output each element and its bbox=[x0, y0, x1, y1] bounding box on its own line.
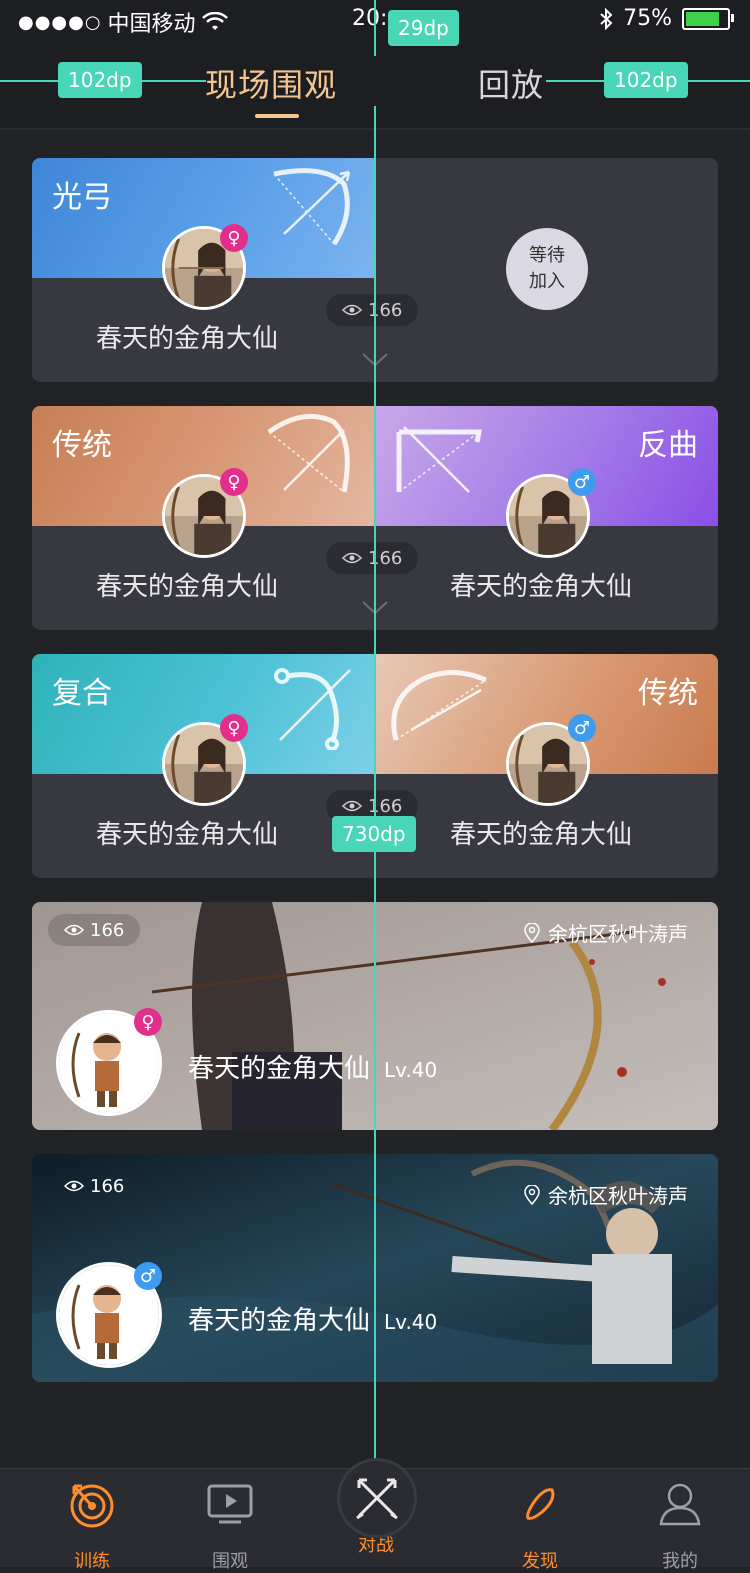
battery-icon bbox=[682, 7, 734, 30]
nav-label: 发现 bbox=[522, 1551, 558, 1572]
measure-line-right-margin bbox=[688, 80, 750, 82]
player-level: Lv.40 bbox=[384, 1310, 438, 1334]
view-count: 166 bbox=[48, 914, 141, 946]
tab-replay[interactable]: 回放 bbox=[478, 60, 544, 106]
status-left: ●●●●○ 中国移动 bbox=[18, 6, 228, 38]
location-pin-icon bbox=[524, 1184, 540, 1205]
player-name: 春天的金角大仙 bbox=[450, 572, 633, 602]
nav-item-watch[interactable]: 围观 bbox=[170, 1479, 290, 1573]
view-count: 166 bbox=[48, 1170, 140, 1202]
crossed-arrows-icon bbox=[356, 1478, 398, 1520]
eye-icon bbox=[342, 800, 362, 812]
measure-line-top bbox=[374, 0, 376, 56]
eye-icon bbox=[342, 552, 362, 564]
category-label: 复合 bbox=[52, 676, 112, 711]
view-count: 166 bbox=[326, 294, 419, 326]
female-icon: ♀ bbox=[220, 714, 248, 742]
player-name: 春天的金角大仙 bbox=[188, 1054, 371, 1084]
nav-label: 训练 bbox=[74, 1551, 110, 1572]
category-label: 光弓 bbox=[52, 180, 112, 215]
female-icon: ♀ bbox=[220, 224, 248, 252]
player-level: Lv.40 bbox=[384, 1058, 438, 1082]
nav-item-mine[interactable]: 我的 bbox=[620, 1479, 740, 1573]
profile-icon bbox=[659, 1483, 701, 1526]
view-count-value: 166 bbox=[90, 919, 125, 941]
view-count: 166 bbox=[326, 542, 419, 574]
female-icon: ♀ bbox=[220, 468, 248, 496]
measure-label-top: 29dp bbox=[388, 10, 459, 46]
female-icon: ♀ bbox=[134, 1008, 162, 1036]
location-pin-icon bbox=[524, 922, 540, 943]
bow-icon bbox=[273, 168, 351, 246]
measure-label-right: 102dp bbox=[604, 62, 688, 98]
measure-label-left: 102dp bbox=[58, 62, 142, 98]
location: 余杭区秋叶涛声 bbox=[524, 1180, 688, 1209]
active-tab-indicator bbox=[255, 114, 299, 118]
tab-live[interactable]: 现场围观 bbox=[205, 60, 338, 118]
player-name: 春天的金角大仙 bbox=[188, 1306, 371, 1336]
player-name-row: 春天的金角大仙 Lv.40 bbox=[188, 1048, 437, 1085]
category-label: 反曲 bbox=[638, 428, 698, 463]
male-icon: ♂ bbox=[134, 1262, 162, 1290]
status-time: 20: bbox=[352, 6, 388, 31]
measure-line-vertical bbox=[374, 106, 376, 1468]
play-icon bbox=[207, 1484, 253, 1524]
waiting-join-button[interactable]: 等待 加入 bbox=[506, 228, 588, 310]
nav-item-discover[interactable]: 发现 bbox=[480, 1479, 600, 1573]
waiting-line2: 加入 bbox=[529, 271, 565, 292]
signal-dots: ●●●●○ bbox=[18, 11, 102, 33]
location: 余杭区秋叶涛声 bbox=[524, 918, 688, 947]
tab-replay-label: 回放 bbox=[478, 66, 545, 104]
player-name-row: 春天的金角大仙 Lv.40 bbox=[188, 1300, 437, 1337]
player-name: 春天的金角大仙 bbox=[96, 820, 279, 850]
bluetooth-icon bbox=[600, 7, 613, 30]
measure-line-right-margin bbox=[546, 80, 606, 82]
player-name: 春天的金角大仙 bbox=[96, 324, 279, 354]
nav-label: 围观 bbox=[212, 1551, 248, 1572]
measure-line-left-margin bbox=[0, 80, 60, 82]
nav-label: 我的 bbox=[662, 1551, 698, 1572]
battery-percent: 75% bbox=[623, 6, 672, 31]
player-name: 春天的金角大仙 bbox=[450, 820, 633, 850]
measure-line-left-margin bbox=[140, 80, 206, 82]
status-right: 75% bbox=[599, 6, 734, 31]
male-icon: ♂ bbox=[568, 714, 596, 742]
eye-icon bbox=[342, 304, 362, 316]
battle-center-button[interactable] bbox=[337, 1458, 417, 1538]
wifi-icon bbox=[201, 12, 228, 30]
waiting-line1: 等待 bbox=[529, 245, 565, 266]
view-count-value: 166 bbox=[90, 1175, 125, 1197]
location-label: 余杭区秋叶涛声 bbox=[548, 1184, 688, 1208]
measure-label-card-width: 730dp bbox=[332, 816, 416, 852]
nav-item-train[interactable]: 训练 bbox=[32, 1479, 152, 1573]
bow-icon bbox=[396, 426, 483, 493]
player-name: 春天的金角大仙 bbox=[96, 572, 279, 602]
bow-icon bbox=[391, 670, 487, 741]
male-icon: ♂ bbox=[568, 468, 596, 496]
carrier-label: 中国移动 bbox=[107, 12, 196, 37]
compass-icon bbox=[526, 1488, 555, 1520]
category-label: 传统 bbox=[638, 676, 698, 711]
location-label: 余杭区秋叶涛声 bbox=[548, 922, 688, 946]
bow-icon bbox=[274, 668, 351, 750]
category-label: 传统 bbox=[52, 428, 112, 463]
eye-icon bbox=[64, 924, 84, 936]
target-icon bbox=[70, 1484, 114, 1528]
eye-icon bbox=[64, 1180, 84, 1192]
bow-icon bbox=[267, 413, 350, 493]
tab-live-label: 现场围观 bbox=[205, 66, 338, 104]
